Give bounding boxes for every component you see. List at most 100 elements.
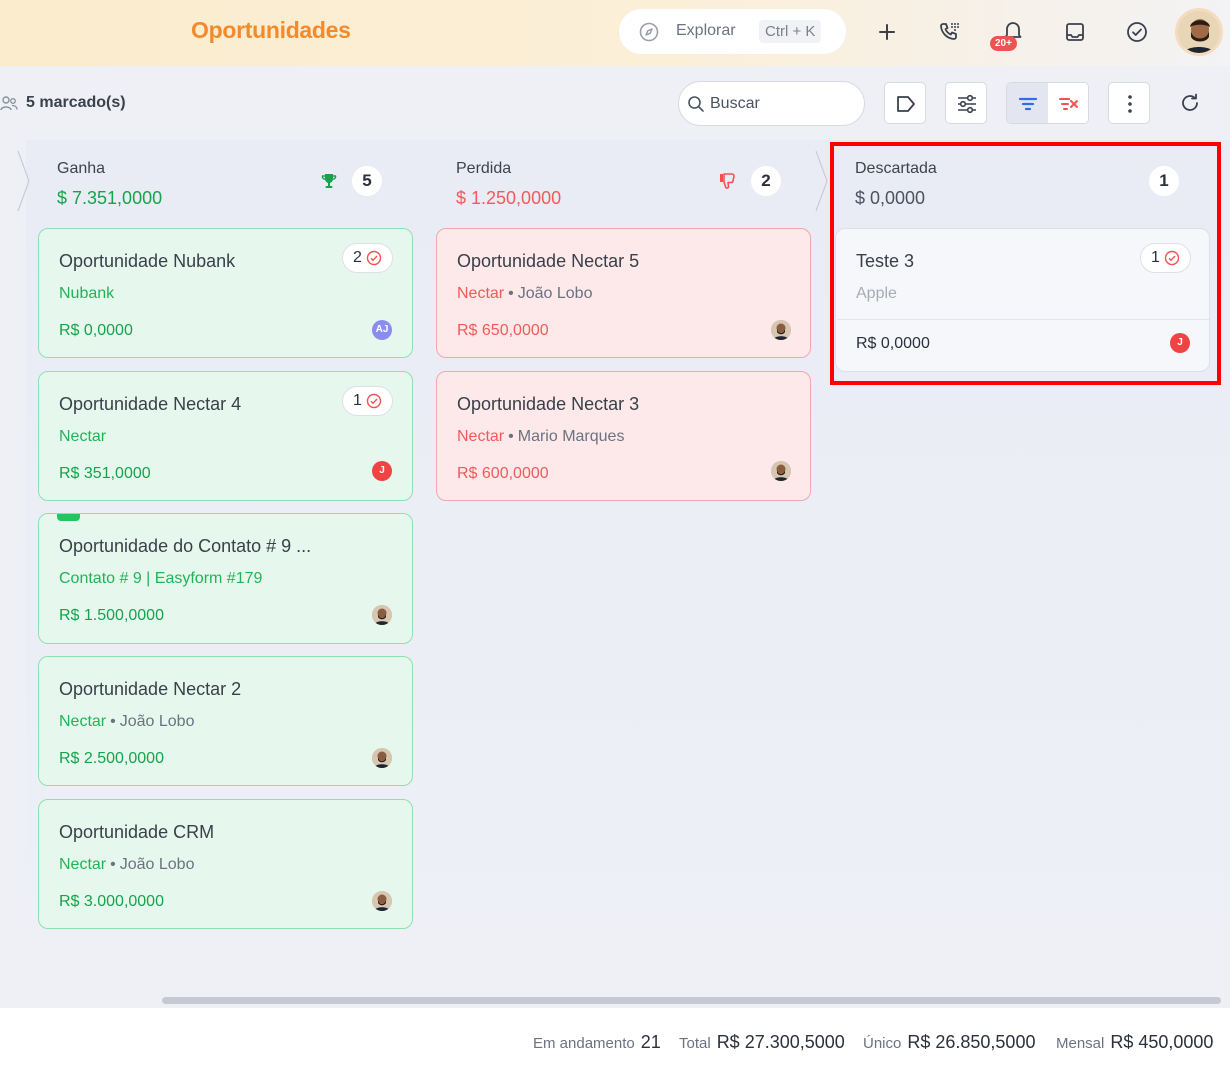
summary-label: Mensal <box>1056 1035 1105 1052</box>
owner-avatar: J <box>372 461 392 481</box>
card-value: R$ 600,0000 <box>457 465 549 482</box>
plus-icon[interactable] <box>875 20 899 44</box>
shortcut-hint: Ctrl + K <box>759 20 822 43</box>
opportunity-card[interactable]: Oportunidade do Contato # 9 ... Contato … <box>38 513 413 644</box>
separator-dot: • <box>508 285 514 302</box>
marked-label: 5 marcado(s) <box>26 94 126 111</box>
notification-count-badge: 20+ <box>990 36 1017 51</box>
card-value: R$ 351,0000 <box>59 465 151 482</box>
user-avatar[interactable] <box>1175 8 1223 56</box>
column-total: $ 7.351,0000 <box>57 188 163 208</box>
card-value: R$ 1.500,0000 <box>59 607 164 624</box>
owner-avatar <box>372 748 392 768</box>
owner-avatar: AJ <box>372 320 392 340</box>
card-contact: João Lobo <box>517 285 593 302</box>
sliders-icon <box>958 94 976 114</box>
task-count-pill[interactable]: 1 <box>342 386 393 416</box>
card-contact: Mario Marques <box>517 428 625 445</box>
person-photo-icon <box>372 605 392 625</box>
summary-total: Total R$ 27.300,5000 <box>679 1032 845 1053</box>
stage-chevron-icon <box>815 150 828 212</box>
card-value: R$ 650,0000 <box>457 322 549 339</box>
column-total: $ 1.250,0000 <box>456 188 562 208</box>
column-name: Perdida <box>456 160 512 177</box>
card-title: Oportunidade Nectar 3 <box>457 394 640 414</box>
owner-avatar <box>372 605 392 625</box>
card-value: R$ 2.500,0000 <box>59 750 164 767</box>
card-subtitle: Nectar • João Lobo <box>59 856 194 874</box>
settings-sliders-button[interactable] <box>945 82 987 124</box>
card-subtitle: Nectar • João Lobo <box>457 285 592 303</box>
card-title: Oportunidade Nubank <box>59 251 236 271</box>
explore-search-button[interactable]: Explorar Ctrl + K <box>619 9 846 54</box>
summary-value: 21 <box>640 1032 661 1052</box>
more-options-button[interactable] <box>1108 82 1150 124</box>
card-title: Oportunidade do Contato # 9 ... <box>59 536 312 556</box>
opportunity-card[interactable]: Oportunidade Nectar 4 Nectar R$ 351,0000… <box>38 371 413 501</box>
filter-icon <box>1018 97 1038 111</box>
card-contact: João Lobo <box>119 856 195 873</box>
card-value: R$ 0,0000 <box>59 322 133 339</box>
horizontal-scrollbar[interactable] <box>162 997 1221 1004</box>
highlight-box <box>830 142 1221 385</box>
owner-avatar <box>771 461 791 481</box>
card-contact: João Lobo <box>119 713 195 730</box>
separator-dot: • <box>508 428 514 445</box>
opportunity-card[interactable]: Oportunidade Nectar 2 Nectar • João Lobo R… <box>38 656 413 786</box>
summary-value: R$ 450,0000 <box>1110 1032 1214 1052</box>
tag-button[interactable] <box>884 82 926 124</box>
check-circle-icon <box>366 393 382 409</box>
owner-avatar <box>771 320 791 340</box>
opportunity-card[interactable]: Oportunidade Nubank Nubank R$ 0,0000 2 A… <box>38 228 413 358</box>
search-box[interactable] <box>678 81 865 126</box>
task-count: 1 <box>353 392 362 409</box>
card-company: Nectar <box>457 428 505 445</box>
tag-icon <box>897 96 915 112</box>
phone-dialpad-icon[interactable] <box>938 20 962 44</box>
summary-label: Em andamento <box>533 1035 635 1052</box>
summary-label: Único <box>863 1035 902 1052</box>
check-circle-icon[interactable] <box>1125 20 1149 44</box>
more-vertical-icon <box>1128 95 1132 113</box>
card-company: Nectar <box>457 285 505 302</box>
card-title: Oportunidade Nectar 5 <box>457 251 640 271</box>
filter-button[interactable] <box>1007 83 1048 123</box>
column-count: 2 <box>751 166 781 196</box>
clear-filter-button[interactable] <box>1048 83 1088 123</box>
separator-dot: • <box>110 856 116 873</box>
explore-label: Explorar <box>676 22 736 39</box>
summary-value: R$ 27.300,5000 <box>716 1032 845 1052</box>
opportunity-card[interactable]: Oportunidade Nectar 3 Nectar • Mario Marqu… <box>436 371 811 501</box>
card-company: Nectar <box>59 713 107 730</box>
check-circle-icon <box>366 250 382 266</box>
card-company: Nubank <box>59 285 115 302</box>
summary-in-progress: Em andamento 21 <box>533 1032 661 1053</box>
top-bar: Oportunidades Explorar Ctrl + K 20+ <box>0 0 1230 66</box>
task-count: 2 <box>353 249 362 266</box>
summary-label: Total <box>679 1035 711 1052</box>
page-title: Oportunidades <box>191 17 351 43</box>
marked-count[interactable]: 5 marcado(s) <box>0 94 126 112</box>
card-company: Contato # 9 | Easyform #179 <box>59 570 263 587</box>
person-photo-icon <box>372 748 392 768</box>
search-icon <box>688 96 704 112</box>
owner-avatar <box>372 891 392 911</box>
card-label-tag <box>57 514 80 521</box>
column-header-perdida: Perdida $ 1.250,0000 2 <box>436 140 811 220</box>
clear-filter-icon <box>1059 98 1078 110</box>
compass-icon <box>639 22 659 42</box>
opportunity-card[interactable]: Oportunidade Nectar 5 Nectar • João Lobo R… <box>436 228 811 358</box>
column-header-ganha: Ganha $ 7.351,0000 5 <box>38 140 413 220</box>
summary-footer: Em andamento 21 Total R$ 27.300,5000 Único… <box>0 1008 1230 1072</box>
card-company: Nectar <box>59 428 107 445</box>
opportunity-card[interactable]: Oportunidade CRM Nectar • João Lobo R$ 3.0… <box>38 799 413 929</box>
card-title: Oportunidade Nectar 4 <box>59 394 242 414</box>
task-count-pill[interactable]: 2 <box>342 243 393 273</box>
filter-toggle-group <box>1006 82 1089 124</box>
card-subtitle: Nectar • Mario Marques <box>457 428 624 446</box>
inbox-icon[interactable] <box>1063 20 1087 44</box>
summary-monthly: Mensal R$ 450,0000 <box>1056 1032 1213 1053</box>
trophy-icon <box>321 174 337 188</box>
refresh-icon[interactable] <box>1179 92 1201 114</box>
search-input[interactable] <box>710 92 850 116</box>
